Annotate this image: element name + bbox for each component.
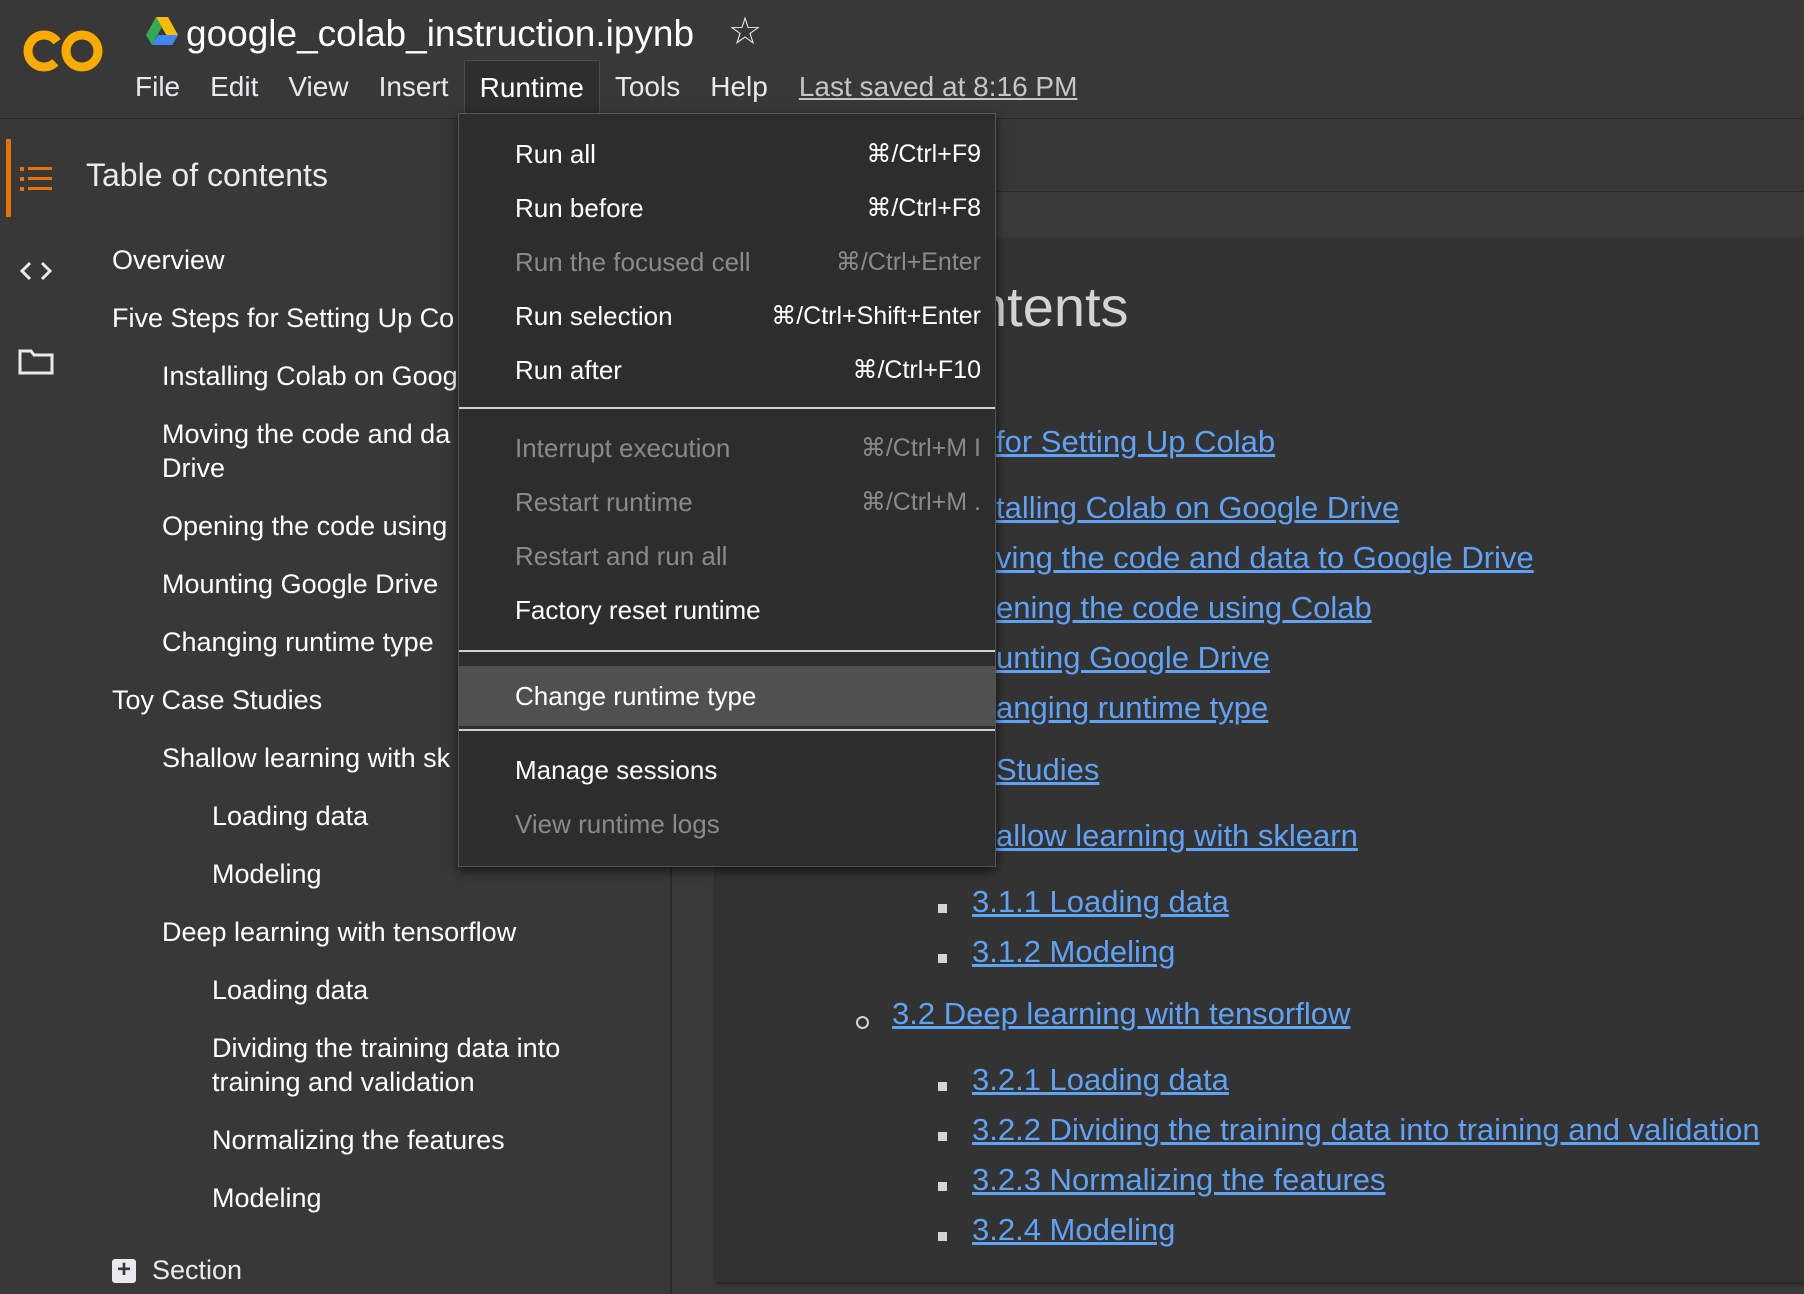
toc-item[interactable]: Five Steps for Setting Up Co [112, 301, 454, 336]
bullet-circle [856, 1016, 869, 1029]
bullet-square [938, 1132, 947, 1141]
toc-item[interactable]: Overview [112, 243, 225, 278]
toc-item-continued[interactable]: training and validation [212, 1065, 475, 1100]
menu-run-all[interactable]: Run all ⌘/Ctrl+F9 [459, 129, 995, 179]
toc-link[interactable]: 3.2 Deep learning with tensorflow [892, 996, 1350, 1032]
menu-run-after[interactable]: Run after ⌘/Ctrl+F10 [459, 345, 995, 395]
toc-item[interactable]: Normalizing the features [212, 1123, 505, 1158]
menu-item-label: Run after [515, 355, 622, 385]
bullet-square [938, 1082, 947, 1091]
menu-restart-runtime: Restart runtime ⌘/Ctrl+M . [459, 477, 995, 527]
toc-item[interactable]: Moving the code and da [162, 417, 450, 452]
menu-separator [459, 407, 995, 409]
add-section-button[interactable]: + Section [112, 1255, 242, 1286]
toc-link[interactable]: for Setting Up Colab [996, 424, 1275, 460]
menu-item-label: View runtime logs [515, 809, 720, 839]
menu-run-selection[interactable]: Run selection ⌘/Ctrl+Shift+Enter [459, 291, 995, 341]
toc-item[interactable]: Shallow learning with sk [162, 741, 450, 776]
menu-item-label: Restart runtime [515, 487, 693, 517]
toc-link[interactable]: 3.2.1 Loading data [972, 1062, 1229, 1098]
toc-link[interactable]: 3.1.2 Modeling [972, 934, 1175, 970]
menu-separator [459, 650, 995, 652]
menu-bar: File Edit View Insert Runtime Tools Help… [120, 59, 1078, 115]
toc-item[interactable]: Mounting Google Drive [162, 567, 438, 602]
bullet-square [938, 954, 947, 963]
menu-item-shortcut: ⌘/Ctrl+M . [860, 488, 981, 516]
bullet-square [938, 1182, 947, 1191]
toc-item[interactable]: Deep learning with tensorflow [162, 915, 516, 950]
menu-item-label: Factory reset runtime [515, 595, 761, 625]
menu-item-label: Run before [515, 193, 644, 223]
menu-help[interactable]: Help [695, 60, 783, 114]
app-header: google_colab_instruction.ipynb ☆ File Ed… [0, 0, 1804, 119]
toc-item[interactable]: Loading data [212, 973, 368, 1008]
menu-view-runtime-logs: View runtime logs [459, 799, 995, 849]
google-drive-icon[interactable] [146, 16, 178, 46]
cell-heading: ntents [976, 275, 1129, 338]
toc-item-continued[interactable]: Drive [162, 451, 225, 486]
toc-item[interactable]: Toy Case Studies [112, 683, 322, 718]
toc-link[interactable]: Studies [996, 752, 1099, 788]
menu-manage-sessions[interactable]: Manage sessions [459, 745, 995, 795]
toc-item[interactable]: Modeling [212, 857, 322, 892]
toc-link[interactable]: unting Google Drive [996, 640, 1270, 676]
menu-item-label: Manage sessions [515, 755, 718, 785]
menu-runtime[interactable]: Runtime [463, 59, 600, 115]
add-section-label: Section [152, 1255, 243, 1285]
menu-interrupt-execution: Interrupt execution ⌘/Ctrl+M I [459, 423, 995, 473]
menu-restart-and-run-all: Restart and run all [459, 531, 995, 581]
menu-item-shortcut: ⌘/Ctrl+M I [860, 434, 981, 462]
toc-item[interactable]: Changing runtime type [162, 625, 434, 660]
folder-icon[interactable] [16, 341, 56, 381]
colab-logo[interactable] [22, 26, 106, 76]
menu-run-before[interactable]: Run before ⌘/Ctrl+F8 [459, 183, 995, 233]
toc-link[interactable]: 3.2.4 Modeling [972, 1212, 1175, 1248]
menu-item-shortcut: ⌘/Ctrl+F8 [866, 194, 981, 222]
menu-edit[interactable]: Edit [195, 60, 273, 114]
last-saved-link[interactable]: Last saved at 8:16 PM [783, 60, 1078, 114]
side-icon-strip [0, 119, 72, 1294]
menu-tools[interactable]: Tools [600, 60, 695, 114]
toc-link[interactable]: 3.1.1 Loading data [972, 884, 1229, 920]
toc-item[interactable]: Installing Colab on Goog [162, 359, 458, 394]
menu-item-label: Restart and run all [515, 541, 728, 571]
toc-link[interactable]: ving the code and data to Google Drive [996, 540, 1534, 576]
toc-link[interactable]: ening the code using Colab [996, 590, 1372, 626]
menu-separator [459, 729, 995, 731]
toc-item[interactable]: Opening the code using [162, 509, 447, 544]
plus-box-icon: + [112, 1257, 136, 1283]
menu-change-runtime-type[interactable]: Change runtime type [459, 666, 995, 726]
menu-item-shortcut: ⌘/Ctrl+Shift+Enter [771, 302, 981, 330]
toc-link[interactable]: allow learning with sklearn [996, 818, 1358, 854]
menu-item-shortcut: ⌘/Ctrl+Enter [835, 248, 981, 276]
toc-link[interactable]: 3.2.2 Dividing the training data into tr… [972, 1112, 1760, 1148]
menu-item-label: Run selection [515, 301, 673, 331]
runtime-menu: Run all ⌘/Ctrl+F9 Run before ⌘/Ctrl+F8 R… [458, 113, 996, 867]
code-snippets-icon[interactable] [16, 251, 56, 291]
toc-title: Table of contents [86, 157, 328, 193]
toc-link[interactable]: talling Colab on Google Drive [996, 490, 1399, 526]
menu-view[interactable]: View [273, 60, 363, 114]
menu-item-label: Change runtime type [515, 681, 757, 711]
menu-run-focused-cell: Run the focused cell ⌘/Ctrl+Enter [459, 237, 995, 287]
star-icon[interactable]: ☆ [728, 10, 762, 54]
menu-item-shortcut: ⌘/Ctrl+F9 [866, 140, 981, 168]
toc-item[interactable]: Dividing the training data into [212, 1031, 560, 1066]
menu-item-shortcut: ⌘/Ctrl+F10 [852, 356, 981, 384]
menu-factory-reset-runtime[interactable]: Factory reset runtime [459, 585, 995, 635]
toc-link[interactable]: 3.2.3 Normalizing the features [972, 1162, 1386, 1198]
toc-link[interactable]: anging runtime type [996, 690, 1268, 726]
menu-insert[interactable]: Insert [364, 60, 464, 114]
bullet-square [938, 1232, 947, 1241]
menu-file[interactable]: File [120, 60, 195, 114]
toc-item[interactable]: Modeling [212, 1181, 322, 1216]
active-indicator [6, 139, 11, 217]
toc-item[interactable]: Loading data [212, 799, 368, 834]
table-of-contents-icon[interactable] [16, 159, 56, 199]
menu-item-label: Interrupt execution [515, 433, 731, 463]
document-title[interactable]: google_colab_instruction.ipynb [186, 10, 694, 54]
menu-item-label: Run the focused cell [515, 247, 751, 277]
menu-item-label: Run all [515, 139, 596, 169]
bullet-square [938, 904, 947, 913]
